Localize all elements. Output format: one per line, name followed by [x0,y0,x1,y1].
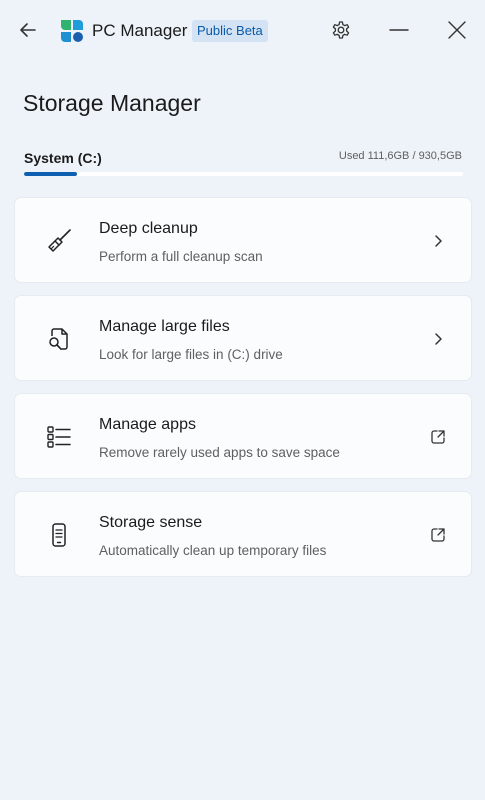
card-title: Manage apps [99,416,196,433]
chevron-right-icon [429,232,447,250]
app-logo [60,19,84,43]
open-external-icon [429,428,447,446]
drive-usage-text: Used 111,6GB / 930,5GB [338,150,462,162]
title-bar: PC Manager Public Beta [0,0,485,62]
manage-large-files-card[interactable]: Manage large files Look for large files … [14,295,472,381]
card-subtitle: Perform a full cleanup scan [99,249,263,264]
close-icon [448,21,466,39]
card-title: Manage large files [99,318,230,335]
card-title: Deep cleanup [99,220,198,237]
card-subtitle: Look for large files in (C:) drive [99,347,283,362]
gear-icon [332,21,350,39]
phone-storage-icon [45,521,73,549]
card-title: Storage sense [99,514,203,531]
minimize-icon [389,29,409,31]
page-title: Storage Manager [23,90,201,116]
storage-sense-card[interactable]: Storage sense Automatically clean up tem… [14,491,472,577]
deep-cleanup-card[interactable]: Deep cleanup Perform a full cleanup scan [14,197,472,283]
open-external-icon [429,526,447,544]
settings-button[interactable] [325,14,357,46]
drive-usage-fill [24,172,77,176]
file-search-icon [45,325,73,353]
card-subtitle: Remove rarely used apps to save space [99,445,340,460]
card-subtitle: Automatically clean up temporary files [99,543,327,558]
drive-label: System (C:) [24,150,102,166]
drive-usage-bar [24,172,463,176]
manage-apps-card[interactable]: Manage apps Remove rarely used apps to s… [14,393,472,479]
chevron-right-icon [429,330,447,348]
close-button[interactable] [441,14,473,46]
app-list-icon [45,423,73,451]
minimize-button[interactable] [383,14,415,46]
back-button[interactable] [12,14,44,46]
broom-icon [45,227,73,255]
app-title: PC Manager [92,21,188,40]
beta-badge: Public Beta [192,20,268,42]
arrow-left-icon [20,23,36,37]
storage-options: Deep cleanup Perform a full cleanup scan… [14,197,472,589]
